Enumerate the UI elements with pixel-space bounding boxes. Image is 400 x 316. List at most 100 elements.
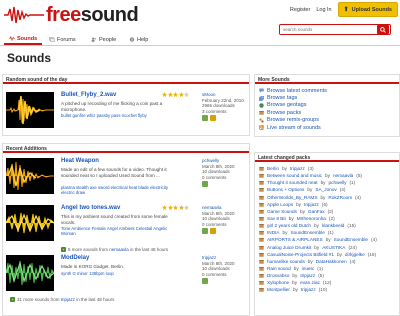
plus-icon: +: [61, 247, 66, 252]
search-input[interactable]: [280, 25, 376, 34]
logo-wave-icon: [4, 6, 44, 24]
package-icon: [259, 231, 264, 236]
pack-item[interactable]: humanlike sounds by DataHakkonen (4): [259, 258, 395, 265]
more-sounds-from-user: +5 more sounds from nemaavla in the last…: [61, 247, 169, 252]
pack-item[interactable]: INDIA by SoundEnsemble (1): [259, 229, 395, 236]
star-empty-icon: [184, 205, 189, 210]
pack-item[interactable]: OtherWorlds_By_RAMS by RokZRoom (4): [259, 194, 395, 201]
package-icon: [259, 245, 264, 250]
pack-item[interactable]: Apple Loops by tripjazz (6): [259, 201, 395, 208]
package-icon: [259, 267, 264, 271]
sound-title-link[interactable]: Bullet_Flyby_2.wav: [61, 92, 116, 98]
sound-title-link[interactable]: Angel two tones.wav: [61, 205, 120, 211]
more-sounds-from-user: +31 more sounds from tripjazz in the las…: [10, 297, 115, 302]
package-icon: [259, 259, 264, 264]
star-icon: [167, 92, 173, 97]
license-icon: [202, 115, 208, 122]
live-stream-link[interactable]: Live stream of sounds: [259, 124, 395, 131]
waveform-icon: [6, 95, 54, 125]
pack-item[interactable]: girl 2 years old Dutch by klankbeeld (15): [259, 222, 395, 229]
upload-icon: ⬆: [343, 7, 349, 13]
star-icon: [178, 92, 184, 97]
sound-meta: pchwelly March 8th, 2020 10 downloads 0 …: [202, 158, 250, 188]
rating-stars: [162, 92, 189, 97]
waveform-thumbnail[interactable]: [6, 255, 54, 291]
forum-icon: [49, 37, 55, 42]
pack-item[interactable]: Game Sounds by GanFax (2): [259, 208, 395, 215]
pack-item[interactable]: Drosvabso by tripjazz (5): [259, 272, 395, 279]
sound-comments: 0 comments: [202, 271, 227, 277]
rating-stars: [162, 205, 189, 210]
star-empty-icon: [184, 92, 189, 97]
pack-item[interactable]: Between sound and music by nemaavla (5): [259, 172, 395, 179]
sound-meta-icons: [202, 181, 250, 188]
package-icon: [259, 274, 264, 278]
waveform-thumbnail[interactable]: [6, 92, 54, 128]
latest-packs-panel: Latest changed packs Berlin by tripjazz (3)…: [254, 152, 400, 316]
package-icon: [259, 281, 264, 286]
geotag-icon: [210, 228, 216, 235]
package-icon: [259, 202, 264, 207]
star-icon: [162, 205, 167, 210]
package-icon: [259, 217, 264, 221]
svg-text:?: ?: [131, 38, 133, 42]
package-icon: [259, 195, 264, 200]
browse-packs-link[interactable]: Browse packs: [259, 109, 395, 116]
waveform-icon: [6, 260, 54, 286]
package-icon: [259, 224, 264, 228]
license-icon: [202, 181, 208, 188]
browse-tags-link[interactable]: Browse tags: [259, 94, 395, 101]
waveform-thumbnail[interactable]: [6, 158, 54, 194]
sound-description: A pitched up recording of me flicking a …: [61, 101, 163, 112]
waveform-thumbnail[interactable]: [6, 205, 54, 241]
comments-icon: [259, 88, 264, 93]
sound-title-link[interactable]: ModDelay: [61, 255, 89, 261]
account-links: Register Log In ⬆ Upload Sounds: [290, 2, 398, 17]
star-icon: [162, 92, 167, 97]
sound-title-link[interactable]: Heat Weapon: [61, 158, 99, 164]
sound-meta-icons: [202, 115, 250, 122]
register-link[interactable]: Register: [290, 7, 310, 13]
browse-latest-comments-link[interactable]: Browse latest comments: [259, 87, 395, 94]
pack-item[interactable]: Rain sound by inuetc (1): [259, 265, 395, 272]
sound-meta: tripjazz March 8th, 2020 10 downloads 0 …: [202, 255, 250, 285]
pack-item[interactable]: Analog Juice Drumkit by AKUSTIKA (24): [259, 244, 395, 251]
more-user-link[interactable]: tripjazz: [61, 297, 75, 302]
pack-item[interactable]: Thought it sounded neat by pchwelly (1): [259, 179, 395, 186]
sound-tags[interactable]: bullet gunfire whiz passby pass ricochet…: [61, 113, 181, 118]
upload-sounds-button[interactable]: ⬆ Upload Sounds: [337, 2, 398, 17]
pack-item[interactable]: Sav 8 Bit by Mrthenoronha (2): [259, 215, 395, 222]
login-link[interactable]: Log In: [316, 7, 331, 13]
search-button[interactable]: [377, 25, 389, 34]
more-sounds-panel: More Sounds Browse latest comments Brows…: [254, 74, 400, 137]
package-icon: [259, 181, 264, 186]
tab-help[interactable]: ? Help: [124, 34, 153, 45]
tab-people[interactable]: People: [86, 34, 121, 45]
latest-packs-title: Latest changed packs: [255, 153, 399, 162]
waveform-icon: [6, 161, 54, 191]
package-icon: [259, 174, 264, 178]
waveform-icon: [6, 212, 54, 234]
pack-item[interactable]: Montpellier by tripjazz (10): [259, 286, 395, 293]
pack-item[interactable]: Buttons + Options by SA_Jonov (4): [259, 186, 395, 193]
search-icon: [380, 26, 386, 33]
pack-item[interactable]: CasualNoise-Projects Bitfield #1 by dirkjg…: [259, 251, 395, 258]
random-sound-title: Random sound of the day: [3, 75, 249, 84]
tab-sounds[interactable]: Sounds: [4, 34, 43, 45]
freesound-logo[interactable]: freesound: [4, 4, 139, 26]
sound-description: This is my ambient sound created from so…: [61, 214, 168, 225]
pack-item[interactable]: Xylophone by evan.ziac (12): [259, 279, 395, 286]
browse-remix-groups-link[interactable]: Browse remix-groups: [259, 117, 395, 124]
tab-forums[interactable]: Forums: [44, 34, 81, 45]
browse-geotags-link[interactable]: Browse geotags: [259, 102, 395, 109]
sound-meta: sMoon February 22nd, 2010 2965 downloads…: [202, 92, 250, 122]
pack-item[interactable]: AIRPORTS & AIRPLANES by SoundEnsemble (4): [259, 236, 395, 243]
pack-item[interactable]: Berlin by tripjazz (3): [259, 165, 395, 172]
more-user-link[interactable]: nemaavla: [109, 247, 129, 252]
globe-icon: [259, 103, 264, 108]
sound-tags[interactable]: synth G minor 138bpm loop: [61, 271, 181, 276]
site-header: freesound Register Log In ⬆ Upload Sounds…: [0, 0, 400, 46]
sound-tags[interactable]: plasma stealth axe sword electrical heat…: [61, 185, 181, 196]
star-icon: [173, 92, 178, 97]
sound-tags[interactable]: Tone Ambience Female Angel Ambient Celes…: [61, 226, 181, 237]
